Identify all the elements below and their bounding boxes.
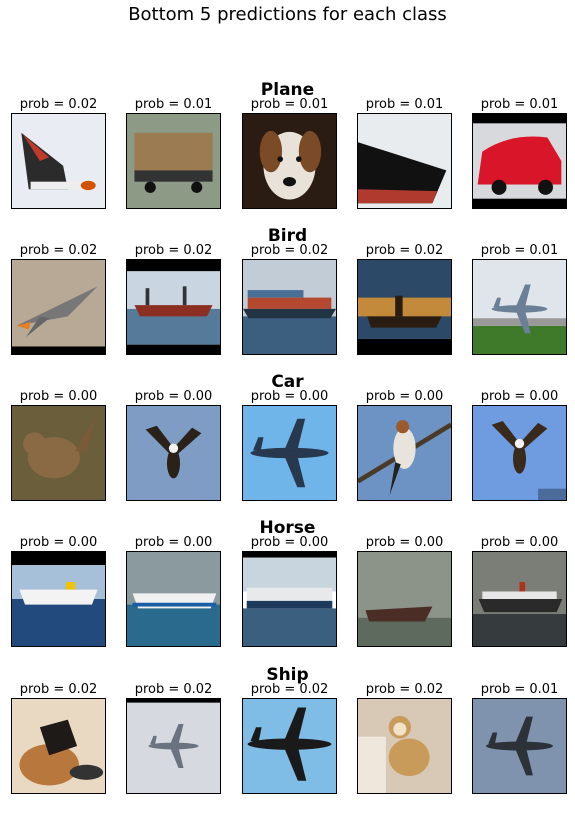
prob-label: prob = 0.00 [134, 535, 213, 550]
prob-label: prob = 0.00 [365, 535, 444, 550]
thumbnail-cruise-ship [11, 551, 106, 647]
thumbnail-bird-on-branch [357, 405, 452, 501]
prob-label: prob = 0.01 [365, 97, 444, 112]
thumbnail-wren [11, 405, 106, 501]
prob-label: prob = 0.00 [480, 389, 559, 404]
thumbnail-ship [357, 113, 452, 209]
prob-label: prob = 0.01 [480, 682, 559, 697]
prob-label: prob = 0.00 [19, 389, 98, 404]
prob-label: prob = 0.02 [134, 243, 213, 258]
thumbnail-airliner-sky [472, 698, 567, 794]
thumbnail-cargo-ship [126, 259, 221, 355]
prob-label: prob = 0.02 [365, 682, 444, 697]
prob-label: prob = 0.01 [480, 243, 559, 258]
prob-label: prob = 0.02 [19, 243, 98, 258]
prob-label: prob = 0.00 [365, 389, 444, 404]
prob-label: prob = 0.00 [250, 389, 329, 404]
thumbnail-vintage-bomber [242, 698, 337, 794]
thumbnail-car-carrier [242, 551, 337, 647]
prob-label: prob = 0.02 [134, 682, 213, 697]
thumbnail-jet-grey-sky [126, 698, 221, 794]
prob-label: prob = 0.02 [19, 97, 98, 112]
prob-label: prob = 0.00 [250, 535, 329, 550]
figure-title: Bottom 5 predictions for each class [128, 4, 447, 25]
prob-label: prob = 0.01 [480, 97, 559, 112]
thumbnail-red-car [472, 113, 567, 209]
thumbnail-dog [242, 113, 337, 209]
thumbnail-airplane-tail [11, 113, 106, 209]
thumbnail-fighter-jet [11, 259, 106, 355]
prob-label: prob = 0.00 [480, 535, 559, 550]
prob-label: prob = 0.02 [365, 243, 444, 258]
thumbnail-airliner-runway [472, 259, 567, 355]
thumbnail-eagle-flying [126, 405, 221, 501]
prob-label: prob = 0.00 [134, 389, 213, 404]
prob-label: prob = 0.01 [134, 97, 213, 112]
prob-label: prob = 0.02 [19, 682, 98, 697]
thumbnail-eagle-landing [472, 405, 567, 501]
thumbnail-monkey [357, 698, 452, 794]
prob-label: prob = 0.00 [19, 535, 98, 550]
thumbnail-ferry [126, 551, 221, 647]
prob-label: prob = 0.02 [250, 682, 329, 697]
thumbnail-dog-lying [11, 698, 106, 794]
thumbnail-warship-sunset [357, 259, 452, 355]
prob-label: prob = 0.01 [250, 97, 329, 112]
prob-label: prob = 0.02 [250, 243, 329, 258]
thumbnail-bomber-plane [242, 405, 337, 501]
thumbnail-container-ship [242, 259, 337, 355]
thumbnail-ship-fog [357, 551, 452, 647]
thumbnail-truck [126, 113, 221, 209]
thumbnail-ocean-liner [472, 551, 567, 647]
